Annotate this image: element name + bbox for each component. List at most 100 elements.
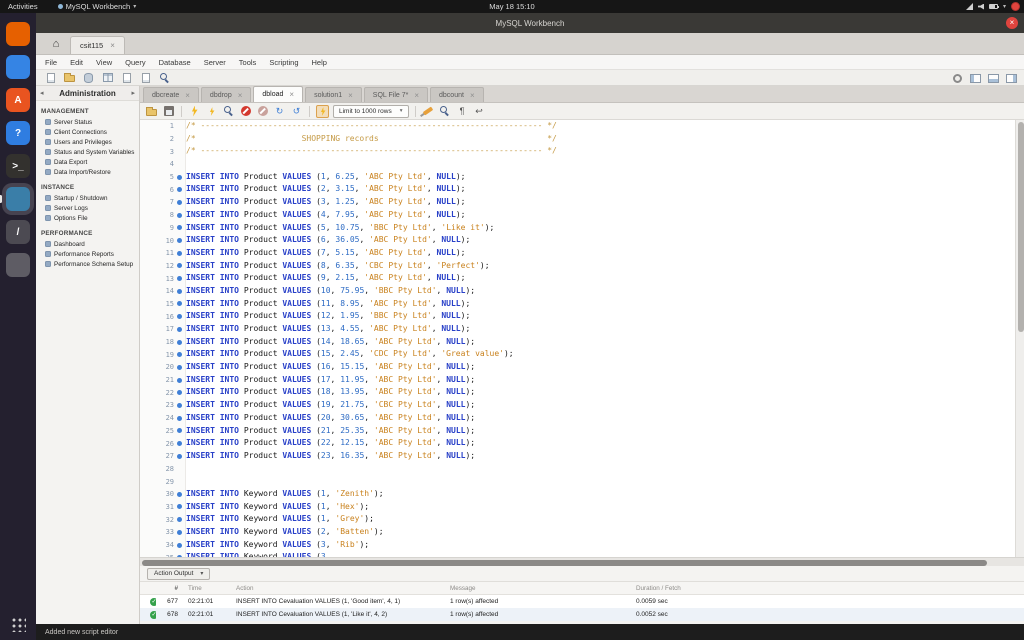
stop-on-error-button[interactable]	[256, 105, 269, 118]
chevron-right-icon[interactable]: ▸	[131, 89, 135, 97]
code-line: INSERT INTO Product VALUES (14, 18.65, '…	[186, 336, 476, 346]
close-tab-icon[interactable]: ×	[110, 41, 115, 50]
output-col-action: Action	[236, 584, 254, 592]
menu-view[interactable]: View	[96, 58, 112, 67]
editor-tab-sql-file-7[interactable]: SQL File 7* ×	[363, 87, 429, 102]
limit-rows-toggle-button[interactable]	[316, 104, 329, 118]
menu-scripting[interactable]: Scripting	[269, 58, 298, 67]
vertical-scrollbar[interactable]	[1015, 120, 1024, 557]
open-file-button[interactable]	[145, 105, 158, 118]
sidebar-item-client-connections[interactable]: Client Connections	[36, 127, 139, 137]
preferences-button[interactable]	[951, 72, 964, 85]
editor-tab-label: dbdrop	[209, 91, 232, 99]
menu-file[interactable]: File	[45, 58, 57, 67]
menu-server[interactable]: Server	[204, 58, 226, 67]
file-manager-icon[interactable]	[6, 55, 30, 79]
code-line: INSERT INTO Product VALUES (13, 4.55, 'A…	[186, 324, 471, 333]
home-button[interactable]: ⌂	[46, 35, 66, 53]
menu-database[interactable]: Database	[159, 58, 191, 67]
sidebar-item-performance-reports[interactable]: Performance Reports	[36, 249, 139, 259]
menu-query[interactable]: Query	[125, 58, 145, 67]
execute-current-button[interactable]	[205, 105, 218, 118]
sql-editor[interactable]: 1 2 3 4 5 6 7 8 9 10 11 12 13 14 15 16 17 18 19 20 21 22 23 24 2…	[140, 120, 1024, 557]
toggle-left-panel-button[interactable]	[969, 72, 982, 85]
sidebar-item-server-status[interactable]: Server Status	[36, 117, 139, 127]
line-number-label: 31	[165, 502, 174, 511]
sidebar-item-data-export[interactable]: Data Export	[36, 157, 139, 167]
wrap-text-button[interactable]: ↩	[473, 105, 486, 118]
action-output-dropdown[interactable]: Action Output ▾	[147, 567, 211, 580]
help-icon[interactable]: ?	[6, 121, 30, 145]
activities-button[interactable]: Activities	[8, 2, 38, 11]
toggle-left-panel-icon	[970, 73, 981, 83]
toggle-right-panel-button[interactable]	[1005, 72, 1018, 85]
mysql-workbench-icon[interactable]	[6, 187, 30, 211]
sidebar-item-status-and-system-variables[interactable]: Status and System Variables	[36, 147, 139, 157]
code-lines[interactable]: /* -------------------------------------…	[186, 120, 1015, 557]
sidebar-item-server-logs[interactable]: Server Logs	[36, 203, 139, 213]
connection-tab[interactable]: csit115 ×	[70, 36, 125, 54]
output-row[interactable]: ✓ 677 02:21:01 INSERT INTO Cevaluation VALU…	[140, 595, 1024, 608]
stop-button[interactable]	[239, 105, 252, 118]
menu-edit[interactable]: Edit	[70, 58, 83, 67]
scrollbar-thumb[interactable]	[1017, 122, 1024, 332]
ubuntu-software-icon[interactable]: A	[6, 88, 30, 112]
section-instance: INSTANCE	[41, 184, 75, 191]
sidebar-item-startup-shutdown[interactable]: Startup / Shutdown	[36, 193, 139, 203]
editor-tab-dbcreate[interactable]: dbcreate ×	[143, 87, 199, 102]
sidebar-item-dashboard[interactable]: Dashboard	[36, 239, 139, 249]
app-grid-icon[interactable]	[10, 616, 26, 632]
create-view-button[interactable]	[120, 71, 133, 84]
close-tab-icon[interactable]: ×	[414, 91, 419, 100]
editor-tab-dbcount[interactable]: dbcount ×	[430, 87, 484, 102]
editor-tab-dbload[interactable]: dbload ×	[253, 86, 304, 102]
chevron-left-icon[interactable]: ◂	[40, 89, 44, 97]
commit-button[interactable]: ↻	[273, 105, 286, 118]
close-tab-icon[interactable]: ×	[348, 91, 353, 100]
data-export-icon	[45, 159, 51, 165]
admin-sidebar: ◂ Administration ▸ MANAGEMENT Server Stat…	[36, 86, 140, 624]
code-line: INSERT INTO Keyword VALUES (1, 'Grey');	[186, 514, 374, 524]
editor-tab-dbdrop[interactable]: dbdrop ×	[200, 87, 252, 102]
terminal-icon[interactable]: >_	[6, 154, 30, 178]
find-button[interactable]	[439, 105, 452, 118]
save-file-button[interactable]	[162, 105, 175, 118]
close-window-button[interactable]: ×	[1006, 17, 1018, 29]
settings-icon[interactable]	[6, 253, 30, 277]
text-editor-icon[interactable]: /	[6, 220, 30, 244]
close-tab-icon[interactable]: ×	[238, 91, 243, 100]
open-script-button[interactable]	[63, 71, 76, 84]
new-query-tab-button[interactable]	[44, 71, 57, 84]
execute-button[interactable]	[188, 105, 201, 118]
output-row[interactable]: ✓ 678 02:21:01 INSERT INTO Cevaluation VALU…	[140, 608, 1024, 621]
close-tab-icon[interactable]: ×	[470, 91, 475, 100]
invisible-chars-button[interactable]: ¶	[456, 105, 469, 118]
limit-rows-dropdown[interactable]: Limit to 1000 rows ▾	[333, 104, 409, 118]
system-tray[interactable]: ▾	[965, 0, 1006, 13]
toggle-bottom-panel-button[interactable]	[987, 72, 1000, 85]
sidebar-item-performance-schema-setup[interactable]: Performance Schema Setup	[36, 259, 139, 269]
create-schema-button[interactable]	[82, 71, 95, 84]
beautify-button[interactable]	[422, 105, 435, 118]
clock[interactable]: May 18 15:10	[489, 0, 534, 13]
create-table-button[interactable]	[101, 71, 114, 84]
rollback-button[interactable]: ↺	[290, 105, 303, 118]
close-tab-icon[interactable]: ×	[185, 91, 190, 100]
statement-marker-icon	[177, 199, 182, 205]
menu-help[interactable]: Help	[312, 58, 327, 67]
window-title-bar[interactable]: MySQL Workbench ×	[36, 13, 1024, 33]
line-number-label: 24	[165, 414, 174, 423]
sidebar-item-data-import-restore[interactable]: Data Import/Restore	[36, 167, 139, 177]
sidebar-item-options-file[interactable]: Options File	[36, 213, 139, 223]
create-procedure-button[interactable]	[139, 71, 152, 84]
scrollbar-thumb[interactable]	[142, 559, 987, 566]
app-menu-button[interactable]: MySQL Workbench ▾	[57, 2, 136, 11]
search-data-button[interactable]	[158, 71, 171, 84]
close-tab-icon[interactable]: ×	[289, 90, 294, 99]
horizontal-scrollbar[interactable]	[140, 557, 1024, 566]
explain-button[interactable]	[222, 105, 235, 118]
firefox-icon[interactable]	[6, 22, 30, 46]
editor-tab-solution1[interactable]: solution1 ×	[305, 87, 362, 102]
menu-tools[interactable]: Tools	[239, 58, 257, 67]
sidebar-item-users-and-privileges[interactable]: Users and Privileges	[36, 137, 139, 147]
